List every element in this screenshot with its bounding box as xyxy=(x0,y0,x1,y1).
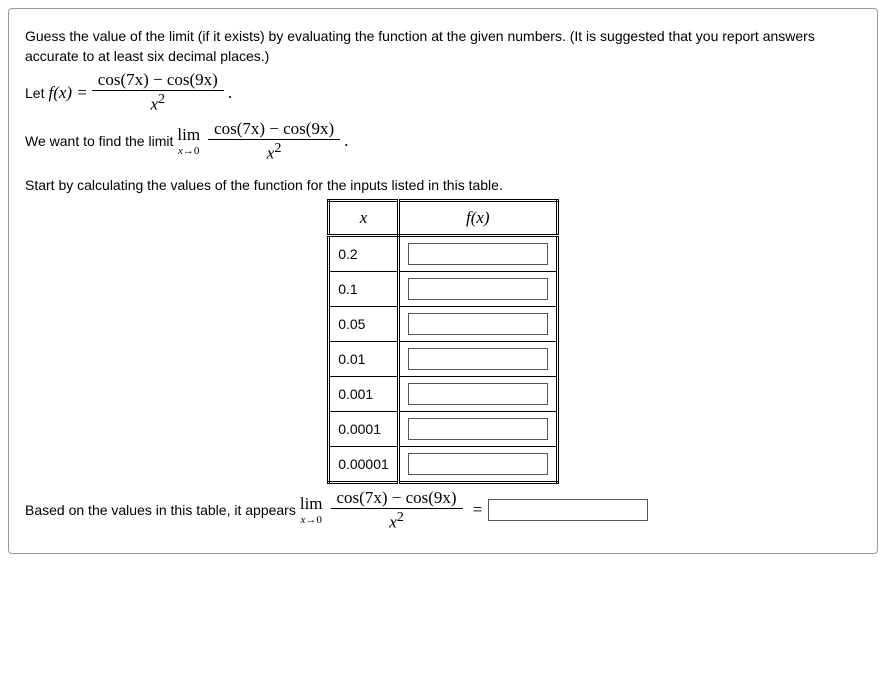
table-row: 0.05 xyxy=(329,307,558,342)
x-cell: 0.00001 xyxy=(329,447,399,483)
period1: . xyxy=(228,83,232,103)
fx-eq: f(x) = xyxy=(48,83,87,102)
table-row: 0.2 xyxy=(329,236,558,272)
fx-input-3[interactable] xyxy=(408,348,548,370)
final-answer-input[interactable] xyxy=(488,499,648,521)
fraction-def: cos(7x) − cos(9x) x2 xyxy=(92,70,224,115)
numerator-def: cos(7x) − cos(9x) xyxy=(92,70,224,91)
fx-cell xyxy=(398,377,557,412)
x-cell: 0.1 xyxy=(329,272,399,307)
denominator-conc: x2 xyxy=(331,509,463,533)
header-x: x xyxy=(329,201,399,236)
header-fx: f(x) xyxy=(398,201,557,236)
numerator-lim: cos(7x) − cos(9x) xyxy=(208,119,340,140)
values-table: x f(x) 0.2 0.1 0.05 0.01 xyxy=(327,199,559,484)
denominator-def: x2 xyxy=(92,91,224,115)
table-row: 0.0001 xyxy=(329,412,558,447)
fx-input-5[interactable] xyxy=(408,418,548,440)
fx-cell xyxy=(398,307,557,342)
fx-input-0[interactable] xyxy=(408,243,548,265)
values-table-wrap: x f(x) 0.2 0.1 0.05 0.01 xyxy=(25,199,861,484)
fx-cell xyxy=(398,412,557,447)
fx-cell xyxy=(398,272,557,307)
fx-input-4[interactable] xyxy=(408,383,548,405)
period2: . xyxy=(344,131,348,151)
fx-cell xyxy=(398,236,557,272)
fraction-conclusion: cos(7x) − cos(9x) x2 xyxy=(331,488,463,533)
fx-input-2[interactable] xyxy=(408,313,548,335)
let-label: Let xyxy=(25,85,44,101)
intro-text: Guess the value of the limit (if it exis… xyxy=(25,27,861,66)
table-row: 0.01 xyxy=(329,342,558,377)
lim-notation: lim x→0 xyxy=(177,125,200,157)
start-text: Start by calculating the values of the f… xyxy=(25,176,861,196)
lim-notation-2: lim x→0 xyxy=(300,494,323,526)
fx-input-1[interactable] xyxy=(408,278,548,300)
x-cell: 0.001 xyxy=(329,377,399,412)
x-cell: 0.05 xyxy=(329,307,399,342)
x-cell: 0.01 xyxy=(329,342,399,377)
fraction-limit: cos(7x) − cos(9x) x2 xyxy=(208,119,340,164)
denominator-lim: x2 xyxy=(208,140,340,164)
numerator-conc: cos(7x) − cos(9x) xyxy=(331,488,463,509)
table-row: 0.00001 xyxy=(329,447,558,483)
limit-statement: We want to find the limit lim x→0 cos(7x… xyxy=(25,119,861,164)
function-definition: Let f(x) = cos(7x) − cos(9x) x2 . xyxy=(25,70,861,115)
fx-cell xyxy=(398,447,557,483)
table-row: 0.001 xyxy=(329,377,558,412)
fx-cell xyxy=(398,342,557,377)
x-cell: 0.2 xyxy=(329,236,399,272)
fx-input-6[interactable] xyxy=(408,453,548,475)
want-text: We want to find the limit xyxy=(25,133,173,149)
based-text: Based on the values in this table, it ap… xyxy=(25,502,296,518)
equals-sign: = xyxy=(473,500,483,520)
x-cell: 0.0001 xyxy=(329,412,399,447)
conclusion-row: Based on the values in this table, it ap… xyxy=(25,488,861,533)
table-header-row: x f(x) xyxy=(329,201,558,236)
problem-container: Guess the value of the limit (if it exis… xyxy=(8,8,878,554)
table-row: 0.1 xyxy=(329,272,558,307)
